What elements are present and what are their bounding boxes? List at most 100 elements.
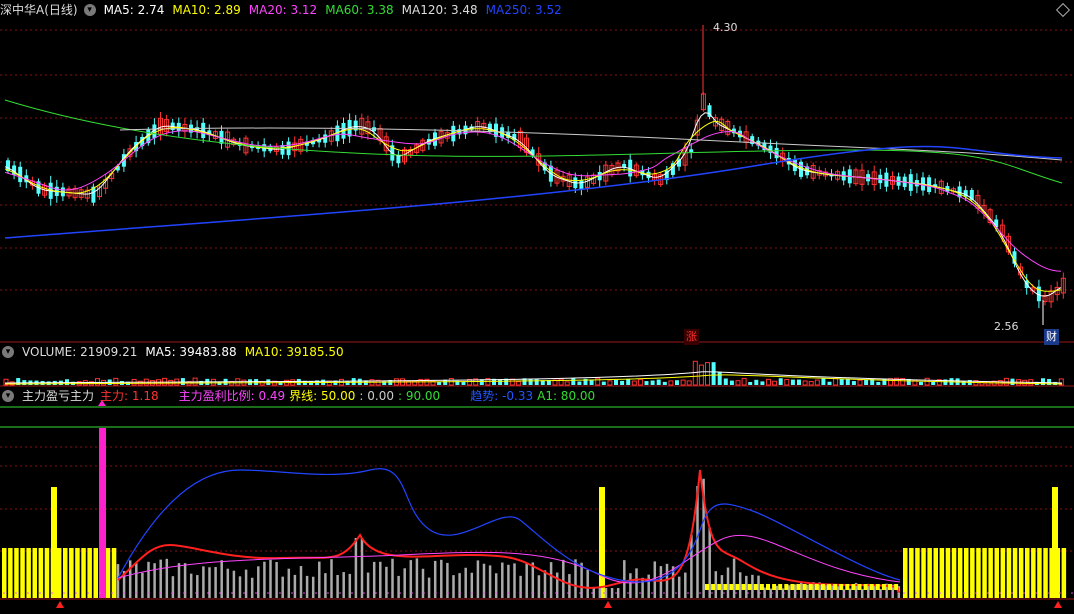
candle-down: [689, 149, 694, 153]
yellow-bar: [2, 548, 7, 598]
baseline-dot: [771, 592, 773, 594]
baseline-dot: [711, 592, 713, 594]
baseline-dot: [663, 592, 665, 594]
volume-bar: [882, 378, 887, 385]
volume-bar: [839, 378, 844, 385]
yellow-bar: [599, 487, 605, 598]
yellow-bar: [81, 548, 86, 598]
baseline-dot: [915, 592, 917, 594]
small-yellow-bar: [723, 584, 728, 590]
small-yellow-bar: [729, 584, 734, 590]
baseline-dot: [603, 592, 605, 594]
volume-bar: [662, 381, 667, 385]
baseline-dot: [363, 592, 365, 594]
baseline-dot: [243, 592, 245, 594]
yellow-bar: [56, 548, 62, 598]
baseline-dot: [807, 592, 809, 594]
candle-down: [201, 122, 206, 139]
volume-bar: [797, 379, 801, 385]
small-yellow-bar: [875, 584, 880, 590]
magenta-bar: [99, 428, 106, 598]
indicator-name[interactable]: 主力盈亏主力: [22, 387, 94, 405]
small-yellow-bar: [759, 584, 764, 590]
volume-bar: [680, 379, 686, 386]
baseline-dot: [687, 592, 689, 594]
baseline-dot: [831, 592, 833, 594]
small-yellow-bar: [894, 584, 899, 590]
volume-bar: [729, 380, 734, 385]
small-yellow-bar: [790, 584, 795, 590]
baseline-dot: [747, 592, 749, 594]
baseline-dot: [843, 592, 845, 594]
volume-bar: [735, 380, 741, 386]
yellow-bar: [921, 548, 926, 598]
volume-bar: [802, 380, 808, 386]
ma250-line: [4, 145, 1063, 239]
volume-bar: [845, 378, 850, 385]
small-yellow-bar: [796, 584, 801, 590]
yellow-bar: [1018, 548, 1024, 598]
volume-ma5-label: MA5: 39483.88: [145, 345, 237, 359]
yellow-bar: [1037, 548, 1042, 598]
small-yellow-bar: [839, 584, 844, 590]
baseline-dot: [375, 592, 377, 594]
volume-bar: [278, 381, 283, 385]
indicator-bound: 界线: 50.00: [289, 389, 356, 403]
baseline-dot: [879, 592, 881, 594]
stock-chart[interactable]: [0, 0, 1074, 614]
yellow-bar: [957, 548, 963, 598]
volume-bar: [772, 380, 778, 386]
volume-bar: [723, 378, 728, 385]
yellow-bar: [933, 548, 938, 598]
small-yellow-bar: [717, 584, 722, 590]
small-yellow-bar: [863, 584, 868, 590]
collapse-icon[interactable]: ▾: [2, 390, 14, 402]
baseline-dot: [159, 592, 161, 594]
baseline-dot: [495, 592, 497, 594]
baseline-dot: [939, 592, 941, 594]
small-yellow-bar: [814, 584, 819, 590]
volume-bar: [601, 381, 606, 385]
small-yellow-bar: [845, 584, 850, 590]
baseline-dot: [1035, 592, 1037, 594]
baseline-dot: [723, 592, 725, 594]
finance-tag[interactable]: 财: [1044, 329, 1059, 345]
collapse-icon[interactable]: ▾: [2, 346, 14, 358]
volume-bar: [784, 378, 790, 386]
baseline-dot: [147, 592, 149, 594]
ma5-line: [4, 112, 1062, 297]
baseline-dot: [675, 592, 677, 594]
baseline-dot: [51, 592, 53, 594]
baseline-dot: [123, 592, 125, 594]
baseline-dot: [255, 592, 257, 594]
yellow-bar: [105, 548, 111, 598]
indicator-v2: : 90.00: [397, 389, 441, 403]
baseline-dot: [423, 592, 425, 594]
small-yellow-bar: [851, 584, 856, 590]
volume-bar: [437, 381, 442, 385]
small-yellow-bar: [766, 584, 770, 590]
indicator-panel-header: ▾ 主力盈亏主力 主力: 1.18 主力盈利比例: 0.49 界线: 50.00…: [0, 387, 603, 405]
yellow-bar: [994, 548, 999, 598]
yellow-bar: [964, 548, 969, 598]
volume-bar: [626, 378, 631, 385]
volume-bar: [345, 381, 350, 385]
small-yellow-bar: [869, 584, 874, 590]
yellow-bar: [982, 548, 987, 598]
volume-bar: [888, 378, 893, 386]
baseline-dot: [1023, 592, 1025, 594]
baseline-dot: [39, 592, 41, 594]
baseline-dot: [399, 592, 401, 594]
yellow-bar: [945, 548, 951, 598]
baseline-dot: [543, 592, 545, 594]
volume-bar: [741, 377, 747, 386]
volume-bar: [675, 380, 679, 385]
volume-bar: [631, 380, 637, 386]
small-yellow-bar: [857, 584, 862, 590]
small-yellow-bar: [741, 584, 746, 590]
baseline-dot: [63, 592, 65, 594]
small-yellow-bar: [820, 584, 825, 590]
yellow-bar: [976, 548, 981, 598]
yellow-bar: [1052, 487, 1058, 598]
high-price-label: 4.30: [713, 21, 738, 34]
